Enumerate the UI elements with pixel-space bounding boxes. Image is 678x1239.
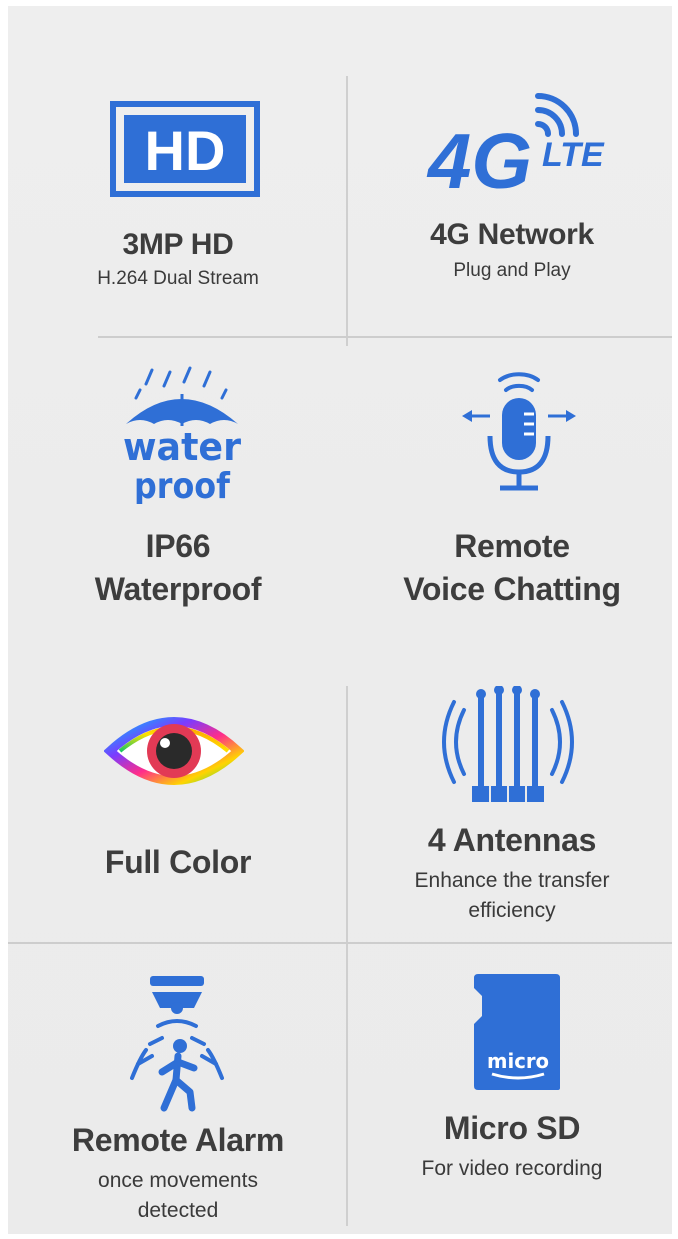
divider-horizontal-1: [98, 336, 672, 338]
divider-vertical-bottom: [346, 686, 348, 1226]
feature-micro-sd: Micro SD For video recording: [352, 1110, 672, 1181]
feature-remote-alarm: Remote Alarm once movements detected: [18, 1122, 338, 1223]
proof-text: proof: [134, 466, 230, 504]
waterproof-umbrella-icon: water proof: [106, 364, 256, 504]
feature-remote-voice-chatting: Remote Voice Chatting: [352, 528, 672, 608]
feature-title: 3MP HD: [122, 228, 234, 261]
microphone-icon: [458, 366, 578, 496]
hd-badge-text: HD: [145, 119, 226, 182]
feature-subtitle: Enhance the transfer: [414, 869, 610, 892]
4g-lte-icon: 4G LTE: [426, 90, 626, 200]
feature-subtitle-line2: efficiency: [468, 899, 556, 922]
micro-sd-icon: micro: [472, 972, 562, 1092]
feature-title: Remote: [454, 528, 570, 564]
feature-title: Remote Alarm: [71, 1122, 285, 1158]
lte-text: LTE: [542, 136, 605, 174]
feature-4g-network: 4G Network Plug and Play: [352, 218, 672, 282]
feature-title-line2: Waterproof: [94, 571, 262, 607]
feature-title: Full Color: [104, 844, 252, 880]
feature-title-line2: Voice Chatting: [403, 571, 621, 607]
feature-subtitle: H.264 Dual Stream: [97, 268, 259, 289]
water-text: water: [123, 425, 241, 469]
feature-4-antennas: 4 Antennas Enhance the transfer efficien…: [352, 822, 672, 923]
feature-subtitle-line2: detected: [137, 1199, 219, 1222]
divider-horizontal-2: [8, 942, 672, 944]
feature-3mp-hd: 3MP HD H.264 Dual Stream: [28, 228, 328, 290]
feature-subtitle: Plug and Play: [453, 260, 571, 281]
feature-subtitle: once movements: [98, 1169, 258, 1192]
feature-title: IP66: [145, 528, 211, 564]
feature-subtitle: For video recording: [421, 1157, 603, 1180]
features-panel: HD 3MP HD H.264 Dual Stream 4G LTE 4G Ne…: [8, 6, 672, 1234]
feature-title: 4G Network: [430, 218, 594, 251]
feature-full-color: Full Color: [28, 844, 328, 881]
micro-sd-badge-text: micro: [487, 1049, 549, 1073]
feature-ip66-waterproof: IP66 Waterproof: [28, 528, 328, 608]
antennas-icon: [438, 686, 578, 806]
color-eye-icon: [104, 706, 244, 796]
divider-vertical-top: [346, 76, 348, 346]
hd-icon: HD: [110, 101, 260, 197]
feature-title: 4 Antennas: [427, 822, 597, 858]
4g-text: 4G: [426, 117, 532, 200]
feature-title: Micro SD: [443, 1110, 581, 1146]
motion-alarm-icon: [122, 968, 232, 1118]
